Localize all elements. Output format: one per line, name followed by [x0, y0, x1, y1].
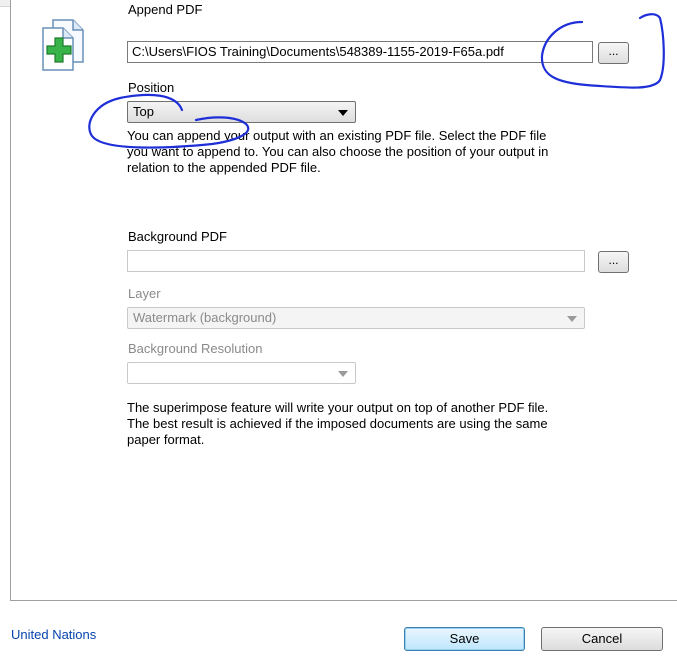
position-select-value: Top	[133, 104, 154, 119]
background-resolution-select[interactable]	[127, 362, 356, 384]
layer-label: Layer	[128, 286, 161, 301]
append-pdf-label: Append PDF	[128, 2, 203, 17]
append-pdf-path-field[interactable]: C:\Users\FIOS Training\Documents\548389-…	[127, 41, 593, 63]
position-select[interactable]: Top	[127, 101, 356, 123]
document-add-icon	[42, 19, 84, 71]
background-pdf-path-field[interactable]	[127, 250, 585, 272]
append-browse-button[interactable]: ...	[598, 42, 629, 64]
cancel-button[interactable]: Cancel	[541, 627, 663, 651]
position-label: Position	[128, 80, 175, 95]
layer-select[interactable]: Watermark (background)	[127, 307, 585, 329]
united-nations-link[interactable]: United Nations	[11, 627, 96, 642]
background-resolution-label: Background Resolution	[128, 341, 263, 356]
chevron-down-icon	[338, 110, 348, 116]
chevron-down-icon	[567, 316, 577, 322]
background-browse-button[interactable]: ...	[598, 251, 629, 273]
settings-panel: Append PDF C:\Users\FIOS Training\Docume…	[10, 0, 677, 601]
background-description: The superimpose feature will write your …	[127, 400, 549, 447]
save-button[interactable]: Save	[404, 627, 525, 651]
dialog-footer: United Nations Save Cancel	[0, 601, 677, 662]
chevron-down-icon	[338, 371, 348, 377]
background-pdf-label: Background PDF	[128, 229, 227, 244]
layer-select-value: Watermark (background)	[133, 310, 277, 325]
append-description: You can append your output with an exist…	[127, 128, 549, 175]
